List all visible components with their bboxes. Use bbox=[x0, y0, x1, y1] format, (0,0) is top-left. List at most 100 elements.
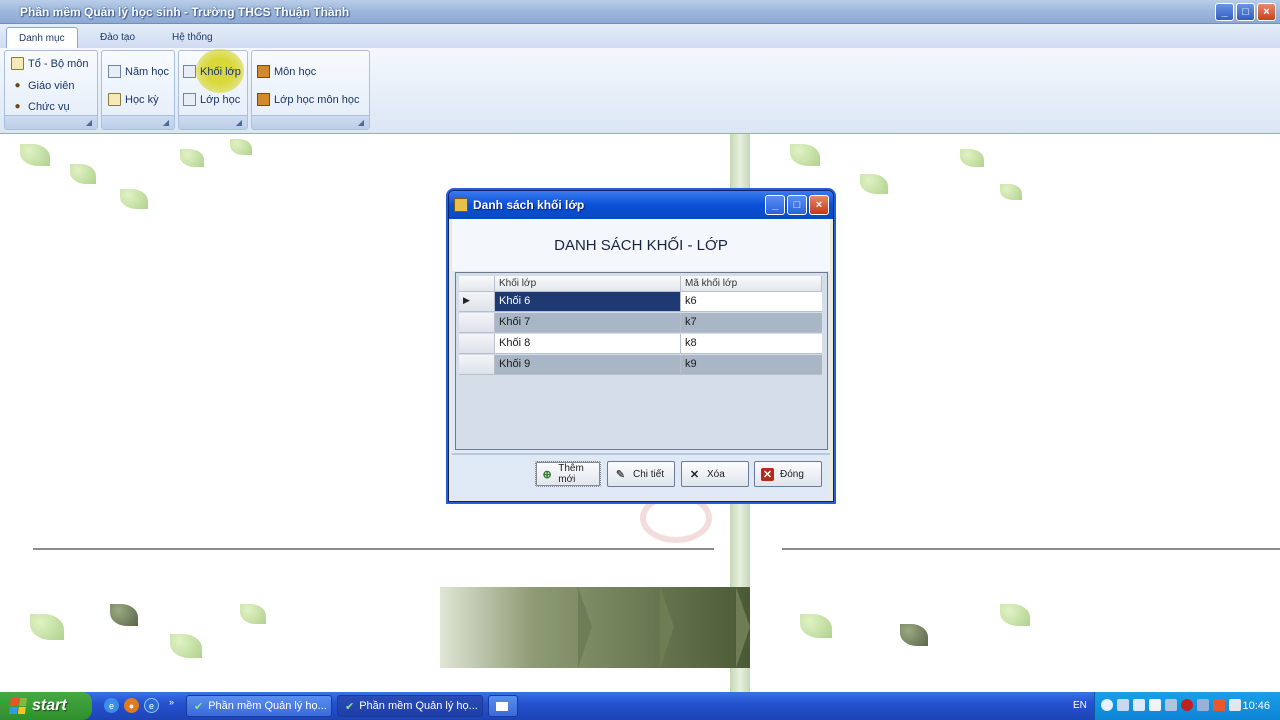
more-chevron-icon[interactable]: » bbox=[164, 694, 179, 709]
tray-security-icon[interactable] bbox=[1181, 699, 1193, 711]
ribbon-item-label: Năm học bbox=[125, 65, 170, 78]
detail-button[interactable]: ✎ Chi tiết bbox=[607, 461, 675, 487]
chevron-decoration bbox=[578, 587, 592, 668]
ribbon-item-chuc-vu[interactable]: ● Chức vụ bbox=[11, 100, 70, 113]
cell-ma-khoi-lop[interactable]: k9 bbox=[681, 355, 822, 375]
dialog-titlebar[interactable]: Danh sách khối lớp _ □ × bbox=[449, 191, 833, 219]
tray-misc-icon[interactable] bbox=[1229, 699, 1241, 711]
person-icon: ● bbox=[14, 80, 21, 91]
row-selector[interactable] bbox=[459, 355, 495, 375]
leaf-decoration bbox=[860, 174, 888, 194]
dialog-close-button[interactable]: × bbox=[809, 195, 829, 215]
cell-ma-khoi-lop[interactable]: k6 bbox=[681, 292, 822, 312]
table-row[interactable]: Khối 8 k8 bbox=[459, 334, 825, 354]
row-selector-icon[interactable]: ▶ bbox=[459, 292, 495, 312]
ribbon-item-hoc-ky[interactable]: Học kỳ bbox=[108, 93, 159, 106]
tray-volume-icon[interactable] bbox=[1197, 699, 1209, 711]
tab-he-thong[interactable]: Hệ thống bbox=[160, 27, 225, 48]
start-button[interactable]: start bbox=[0, 692, 92, 720]
maximize-button[interactable]: □ bbox=[1236, 3, 1255, 21]
task-label: Phần mềm Quản lý họ... bbox=[359, 700, 478, 712]
language-indicator[interactable]: EN bbox=[1073, 700, 1087, 711]
taskbar-window-2[interactable]: ✔ Phần mềm Quản lý họ... bbox=[337, 695, 483, 717]
window-controls: _ □ × bbox=[1215, 3, 1276, 21]
group-footer: ◢ bbox=[102, 115, 174, 129]
leaf-decoration bbox=[960, 149, 984, 167]
detail-button-label: Chi tiết bbox=[633, 468, 665, 480]
dialog-maximize-button[interactable]: □ bbox=[787, 195, 807, 215]
cell-khoi-lop[interactable]: Khối 9 bbox=[495, 355, 681, 375]
dialog-launcher-icon[interactable]: ◢ bbox=[161, 118, 171, 128]
tab-danh-muc[interactable]: Danh mục bbox=[6, 27, 78, 48]
leaf-decoration bbox=[110, 604, 138, 626]
tray-monitor-icon[interactable] bbox=[1133, 699, 1145, 711]
ribbon-item-giao-vien[interactable]: ● Giáo viên bbox=[11, 79, 74, 92]
dialog-launcher-icon[interactable]: ◢ bbox=[84, 118, 94, 128]
ie-icon[interactable]: e bbox=[144, 698, 159, 713]
table-row[interactable]: ▶ Khối 6 k6 bbox=[459, 292, 825, 312]
cell-khoi-lop[interactable]: Khối 6 bbox=[495, 292, 681, 312]
chevron-decoration bbox=[736, 587, 750, 668]
ribbon-group-4: Môn học Lớp học môn học ◢ bbox=[251, 50, 370, 130]
ribbon-group-1: Tổ - Bộ môn ● Giáo viên ● Chức vụ ◢ bbox=[4, 50, 98, 130]
ribbon-item-lop-hoc[interactable]: Lớp học bbox=[183, 93, 240, 106]
ribbon-item-lop-hoc-mon-hoc[interactable]: Lớp học môn học bbox=[257, 93, 360, 106]
dialog-heading: DANH SÁCH KHỐI - LỚP bbox=[452, 219, 830, 271]
ribbon-group-2: Năm học Học kỳ ◢ bbox=[101, 50, 175, 130]
dialog-minimize-button[interactable]: _ bbox=[765, 195, 785, 215]
tab-dao-tao[interactable]: Đào tạo bbox=[88, 27, 147, 48]
cell-khoi-lop[interactable]: Khối 8 bbox=[495, 334, 681, 354]
minimize-button[interactable]: _ bbox=[1215, 3, 1234, 21]
ribbon-item-label: Chức vụ bbox=[28, 100, 70, 113]
ribbon-item-to-bo-mon[interactable]: Tổ - Bộ môn bbox=[11, 57, 89, 70]
close-dialog-button[interactable]: ✕ Đóng bbox=[754, 461, 822, 487]
taskbar-window-3[interactable] bbox=[488, 695, 518, 717]
clock[interactable]: 10:46 bbox=[1242, 700, 1270, 712]
khoi-lop-grid[interactable]: Khối lớp Mã khối lớp ▶ Khối 6 k6 Khối 7 … bbox=[455, 272, 828, 450]
window-title: Phần mềm Quản lý học sinh - Trường THCS … bbox=[20, 5, 350, 19]
calendar-icon bbox=[108, 65, 121, 78]
horizontal-rule-left bbox=[33, 548, 714, 550]
task-label: Phần mềm Quản lý họ... bbox=[208, 700, 327, 712]
row-selector[interactable] bbox=[459, 313, 495, 333]
notebook-icon bbox=[108, 93, 121, 106]
cell-ma-khoi-lop[interactable]: k7 bbox=[681, 313, 822, 333]
ribbon-item-khoi-lop[interactable]: Khối lớp bbox=[183, 65, 241, 78]
ribbon-item-mon-hoc[interactable]: Môn học bbox=[257, 65, 316, 78]
dialog-launcher-icon[interactable]: ◢ bbox=[234, 118, 244, 128]
delete-button-label: Xóa bbox=[707, 468, 725, 480]
system-tray: EN 10:46 bbox=[1073, 692, 1280, 720]
add-button[interactable]: ⊕ Thêm mới bbox=[535, 461, 601, 487]
table-row[interactable]: Khối 7 k7 bbox=[459, 313, 825, 333]
dialog-title: Danh sách khối lớp bbox=[473, 198, 585, 212]
cell-khoi-lop[interactable]: Khối 7 bbox=[495, 313, 681, 333]
dialog-launcher-icon[interactable]: ◢ bbox=[356, 118, 366, 128]
tray-app-icon[interactable] bbox=[1165, 699, 1177, 711]
ribbon-item-label: Khối lớp bbox=[200, 65, 241, 78]
tray-network-icon[interactable] bbox=[1117, 699, 1129, 711]
table-row[interactable]: Khối 9 k9 bbox=[459, 355, 825, 375]
pencil-icon: ✎ bbox=[615, 468, 626, 481]
tray-arrow-icon[interactable] bbox=[1101, 699, 1113, 711]
chevron-decoration bbox=[660, 587, 674, 668]
row-header-corner bbox=[459, 276, 495, 292]
browser-icon[interactable]: e bbox=[104, 698, 119, 713]
media-icon[interactable]: ● bbox=[124, 698, 139, 713]
cell-ma-khoi-lop[interactable]: k8 bbox=[681, 334, 822, 354]
leaf-decoration bbox=[230, 139, 252, 155]
tray-doc-icon[interactable] bbox=[1149, 699, 1161, 711]
leaf-decoration bbox=[180, 149, 204, 167]
windows-logo-icon bbox=[8, 698, 28, 714]
column-header-khoi-lop[interactable]: Khối lớp bbox=[495, 276, 681, 292]
taskbar-window-1[interactable]: ✔ Phần mềm Quản lý họ... bbox=[186, 695, 332, 717]
delete-x-icon: ✕ bbox=[689, 468, 700, 481]
column-header-ma-khoi-lop[interactable]: Mã khối lớp bbox=[681, 276, 822, 292]
add-button-label: Thêm mới bbox=[558, 463, 584, 485]
row-selector[interactable] bbox=[459, 334, 495, 354]
banner-decoration bbox=[440, 587, 750, 668]
ribbon-item-nam-hoc[interactable]: Năm học bbox=[108, 65, 169, 78]
table-icon bbox=[183, 93, 196, 106]
delete-button[interactable]: ✕ Xóa bbox=[681, 461, 749, 487]
tray-alert-icon[interactable] bbox=[1213, 699, 1225, 711]
close-button[interactable]: × bbox=[1257, 3, 1276, 21]
